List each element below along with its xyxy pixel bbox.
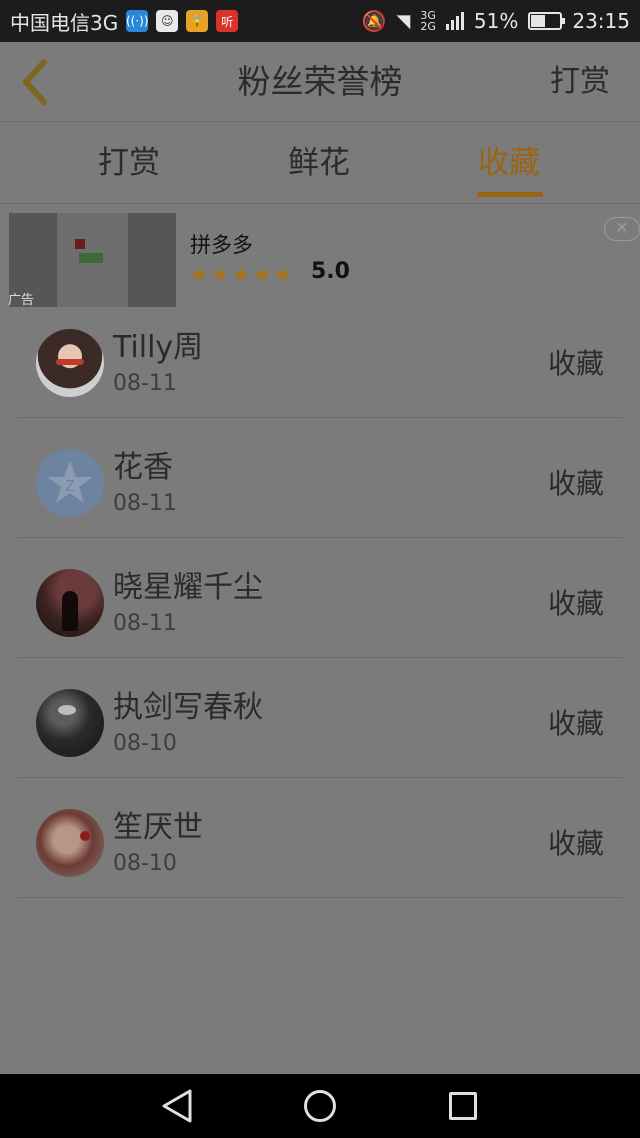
fan-action: 收藏 [547,707,604,740]
lock-app-icon: 🔒 [186,10,209,32]
fan-name: 笙厌世 [113,810,203,845]
fan-date: 08-10 [113,731,177,756]
fan-action: 收藏 [547,467,604,500]
tab-reward[interactable]: 打赏 [98,122,160,204]
nav-recent-apps-icon[interactable] [449,1092,477,1120]
wifi-hotspot-icon: ((·)) [126,10,149,32]
star-icon: ★ [252,262,271,286]
system-nav-bar [0,1074,640,1138]
star-icon: ★ [190,262,208,286]
avatar [36,689,104,757]
ad-close-button[interactable]: ✕ [604,217,640,241]
list-item[interactable]: 执剑写春秋 08-10 收藏 [18,658,622,778]
svg-text:Z: Z [65,478,75,495]
ad-rating-stars: ★ ★ ★ ★ ★ [190,263,292,285]
avatar [36,569,104,637]
tab-bar: 打赏 鲜花 收藏 [0,122,640,204]
battery-percent: 51% [473,9,519,33]
fan-name: 花香 [113,450,173,485]
header: 粉丝荣誉榜 打赏 [0,42,640,122]
mute-icon: 🔕 [361,9,387,33]
ad-app-name: 拼多多 [190,233,253,257]
carrier-label: 中国电信3G [10,10,119,35]
status-bar: 中国电信3G ((·)) ☺ 🔒 听 🔕 ◥ 3G 2G 51% 23:15 [0,0,640,42]
ad-banner[interactable]: 广告 拼多多 ★ ★ ★ ★ ★ 5.0 [0,205,640,311]
ad-rating-value: 5.0 [311,259,350,284]
reward-button[interactable]: 打赏 [550,42,610,122]
close-icon: ✕ [615,218,629,237]
active-tab-indicator [477,192,543,197]
signal-icon [445,12,464,30]
nav-home-icon[interactable] [304,1090,336,1122]
nav-back-icon[interactable] [160,1088,194,1124]
star-icon: ★ [231,262,250,286]
fan-action: 收藏 [547,347,604,380]
listen-app-icon: 听 [216,10,239,32]
ad-screenshot-3 [128,213,176,307]
fan-date: 08-11 [113,611,177,636]
star-icon: ★ [210,262,229,286]
list-item[interactable]: Tilly周 08-11 收藏 [18,298,622,418]
fan-name: 执剑写春秋 [113,690,263,725]
list-item[interactable]: 晓星耀千尘 08-11 收藏 [18,538,622,658]
list-item[interactable]: 笙厌世 08-10 收藏 [18,778,622,898]
fan-action: 收藏 [547,587,604,620]
battery-icon [528,12,566,30]
fan-action: 收藏 [547,827,604,860]
avatar: Z [36,449,104,517]
default-avatar-icon: Z [47,461,93,503]
page-title: 粉丝荣誉榜 [237,62,403,101]
fan-list: Tilly周 08-11 收藏 Z 花香 08-11 收藏 晓星耀千尘 08-1… [18,298,622,898]
network-type-label: 3G 2G [420,9,436,33]
avatar [36,809,104,877]
avatar [36,329,104,397]
fan-date: 08-11 [113,491,177,516]
fan-date: 08-10 [113,851,177,876]
chat-icon: ☺ [156,10,179,32]
star-icon: ★ [273,262,292,286]
wifi-icon: ◥ [396,10,411,32]
fan-name: Tilly周 [113,330,204,365]
tab-flowers[interactable]: 鲜花 [288,122,350,204]
fan-name: 晓星耀千尘 [113,570,263,605]
fan-date: 08-11 [113,371,177,396]
list-item[interactable]: Z 花香 08-11 收藏 [18,418,622,538]
ad-screenshot-2 [57,213,128,307]
clock: 23:15 [572,9,630,33]
